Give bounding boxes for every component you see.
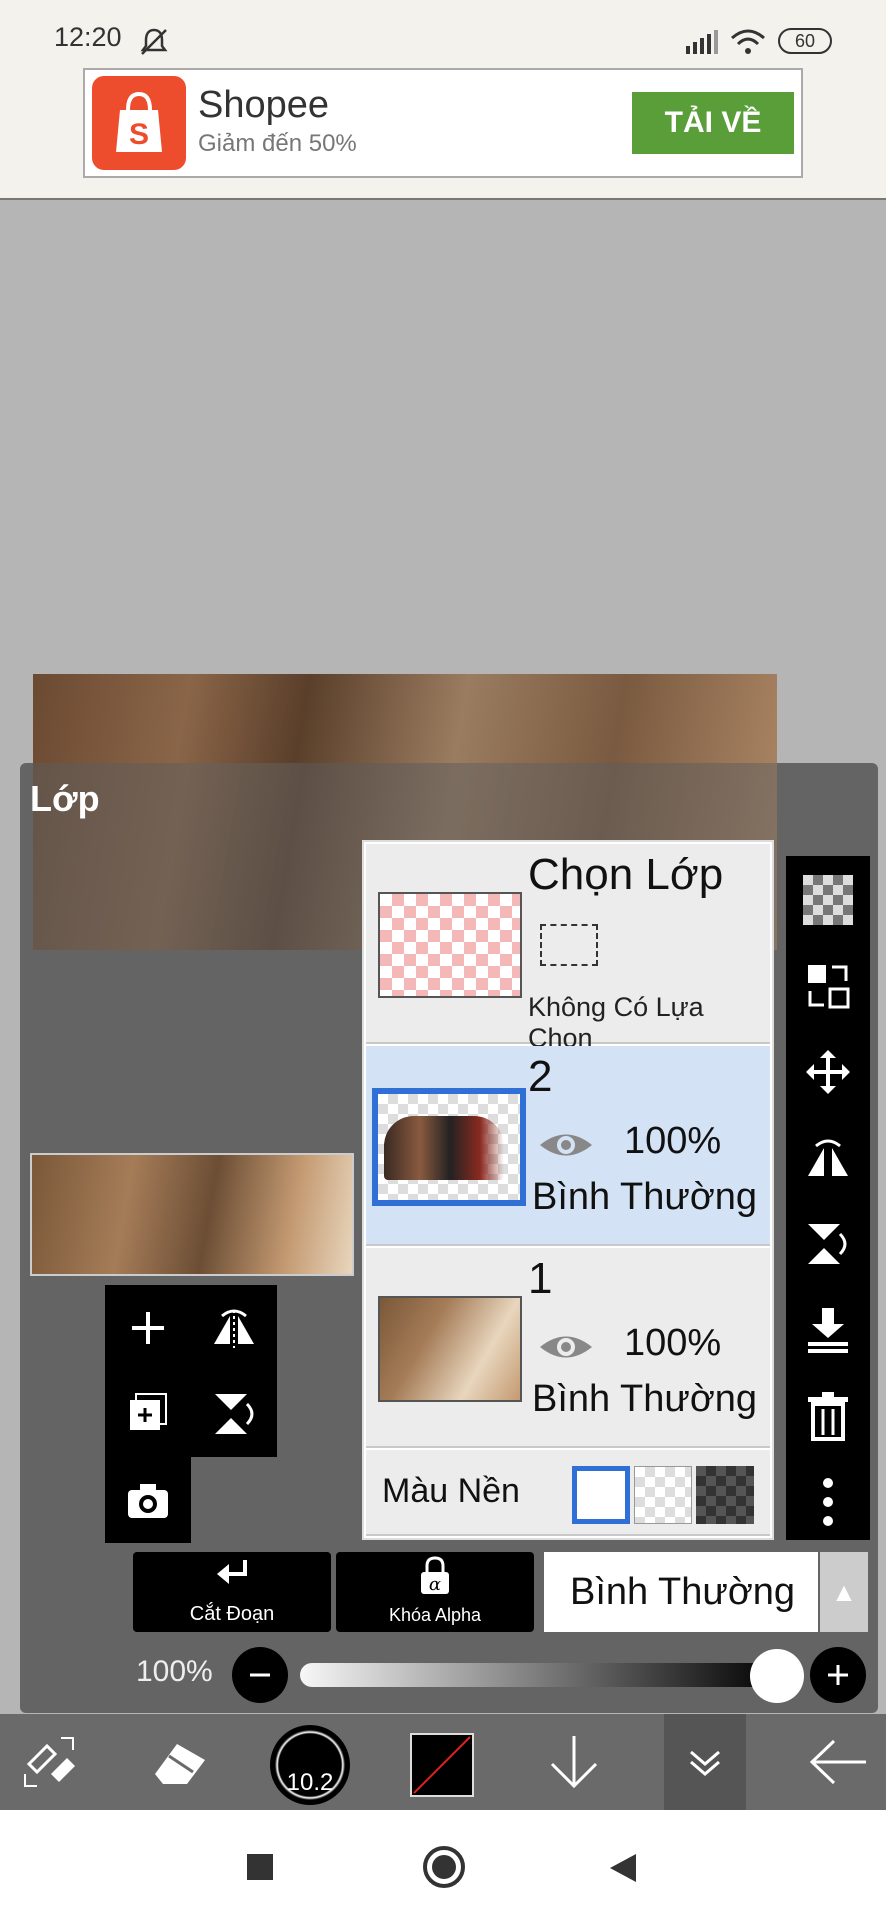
camera-icon[interactable] (105, 1457, 191, 1543)
layer-2-blend-mode: Bình Thường (532, 1176, 758, 1218)
back-arrow-icon[interactable] (800, 1714, 876, 1810)
move-icon[interactable] (786, 1030, 870, 1114)
shopee-logo[interactable]: S (92, 76, 186, 170)
opacity-label: 100% (136, 1655, 213, 1688)
wifi-icon (731, 29, 765, 54)
right-toolbar (786, 856, 870, 1540)
back-icon[interactable] (608, 1852, 638, 1884)
home-icon[interactable] (423, 1846, 465, 1888)
svg-text:α: α (429, 1574, 441, 1595)
opacity-slider-knob[interactable] (750, 1649, 804, 1703)
blend-mode-arrow-icon[interactable]: ▲ (820, 1552, 868, 1632)
status-time: 12:20 (54, 22, 122, 52)
canvas-preview-thumbnail[interactable] (30, 1153, 354, 1276)
portrait-cutout (384, 1116, 504, 1180)
merge-down-icon[interactable] (786, 1288, 870, 1372)
layer-1-thumbnail (378, 1296, 522, 1402)
flip-horizontal-icon[interactable] (786, 1116, 870, 1200)
add-layer-icon[interactable] (105, 1285, 191, 1371)
eye-icon[interactable] (538, 1130, 594, 1160)
background-color-row: Màu Nền (366, 1450, 770, 1536)
layer-row-2[interactable]: 2 100% Bình Thường (366, 1046, 770, 1246)
left-tool-group (105, 1285, 277, 1457)
brush-size-button[interactable]: 10.2 (270, 1725, 350, 1805)
bg-white-option[interactable] (572, 1466, 630, 1524)
select-layer-row[interactable]: Chọn Lớp Không Có Lựa Chọn (366, 844, 770, 1053)
lock-icon: α (421, 1556, 449, 1595)
layer-2-name: 2 (528, 1052, 553, 1101)
alpha-lock-label: Khóa Alpha (388, 1605, 482, 1625)
no-selection-label: Không Có Lựa Chọn (528, 992, 704, 1053)
opacity-increase-button[interactable] (810, 1647, 866, 1703)
checker-icon[interactable] (786, 858, 870, 942)
shopping-bag-icon: S (116, 91, 162, 152)
more-icon[interactable] (786, 1460, 870, 1544)
left-tool-group-2 (105, 1457, 191, 1543)
alpha-lock-button[interactable]: α Khóa Alpha (336, 1552, 534, 1632)
signal-icon (686, 30, 718, 54)
chevron-double-down-icon (690, 1750, 720, 1776)
svg-text:S: S (129, 118, 149, 151)
eraser-icon[interactable] (140, 1714, 220, 1810)
panel-title: Lớp (30, 778, 100, 819)
background-color-label: Màu Nền (382, 1472, 520, 1510)
add-layer-copy-icon[interactable] (105, 1371, 191, 1457)
layer-row-1[interactable]: 1 100% Bình Thường (366, 1248, 770, 1448)
collapse-panel-button[interactable] (664, 1714, 746, 1810)
clipping-button[interactable]: Cắt Đoạn (133, 1552, 331, 1632)
opacity-decrease-button[interactable] (232, 1647, 288, 1703)
transform-tool-icon[interactable] (14, 1714, 88, 1810)
selection-marquee-icon (540, 924, 598, 966)
flip-h-icon[interactable] (191, 1285, 277, 1371)
eye-icon[interactable] (538, 1332, 594, 1362)
clip-arrow-icon (217, 1560, 247, 1584)
clipping-label: Cắt Đoạn (189, 1603, 275, 1625)
transfer-icon[interactable] (786, 944, 870, 1028)
flip-v-icon[interactable] (191, 1371, 277, 1457)
blend-mode-select[interactable]: Bình Thường (544, 1552, 818, 1632)
color-swatch[interactable] (410, 1733, 474, 1797)
ad-install-button[interactable]: TẢI VỀ (632, 92, 794, 154)
opacity-slider[interactable] (300, 1663, 780, 1687)
layer-2-opacity: 100% (624, 1120, 722, 1162)
trash-icon[interactable] (786, 1374, 870, 1458)
ad-title[interactable]: Shopee (198, 84, 329, 127)
battery-indicator: 60 (778, 28, 832, 54)
arrow-down-icon[interactable] (536, 1714, 612, 1810)
layer-2-thumbnail (372, 1088, 526, 1206)
ad-subtitle: Giảm đến 50% (198, 130, 357, 157)
layer-1-opacity: 100% (624, 1322, 722, 1364)
bg-dark-option[interactable] (696, 1466, 754, 1524)
recent-apps-icon[interactable] (247, 1854, 273, 1880)
bg-transparent-option[interactable] (634, 1466, 692, 1524)
select-layer-title: Chọn Lớp (528, 850, 724, 899)
layer-1-blend-mode: Bình Thường (532, 1378, 758, 1420)
flip-vertical-icon[interactable] (786, 1202, 870, 1286)
layer-1-name: 1 (528, 1254, 553, 1303)
selection-thumbnail (378, 892, 522, 998)
mute-icon (140, 28, 168, 55)
